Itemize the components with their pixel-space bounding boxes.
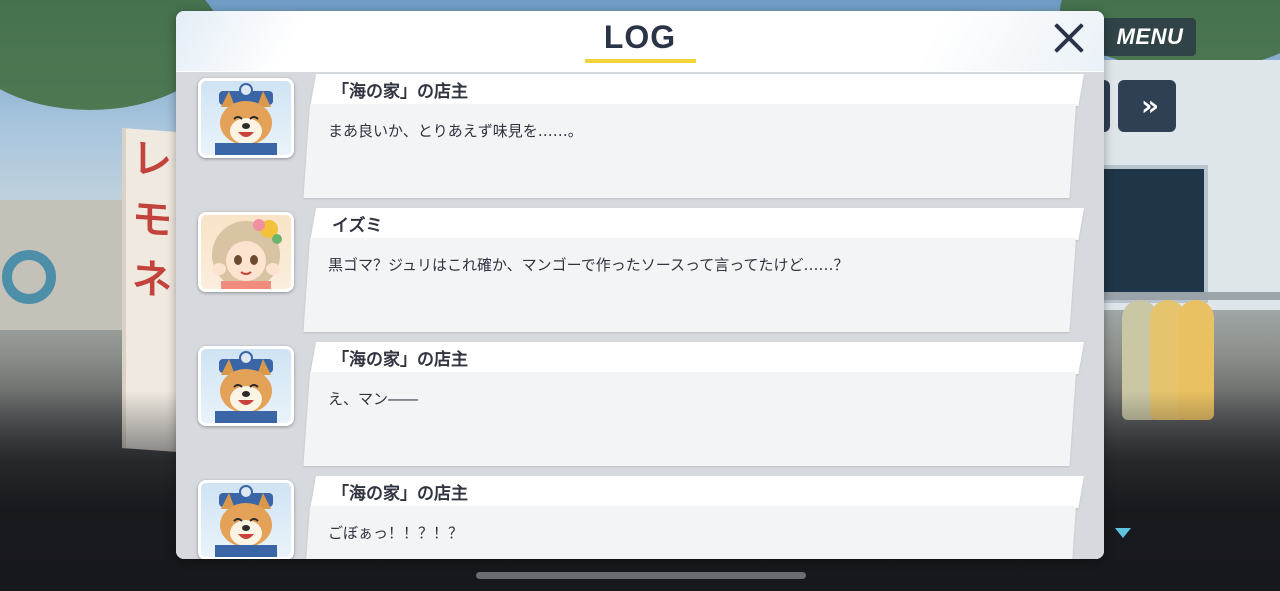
- hut-window: [1100, 165, 1208, 303]
- scroll-down-arrow-icon[interactable]: [1115, 528, 1131, 538]
- log-entry: 「海の家」の店主 え、マン――: [176, 342, 1104, 476]
- log-list[interactable]: 「海の家」の店主 まあ良いか、とりあえず味見を……。 イズミ 黒ゴマ？ジュリはこ…: [176, 72, 1104, 559]
- log-entry: 「海の家」の店主 ごぼぁっ！！？！？: [176, 476, 1104, 559]
- message-text: 黒ゴマ？ジュリはこれ確か、マンゴーで作ったソースって言ってたけど……？: [328, 256, 849, 274]
- message-text: ごぼぁっ！！？！？: [328, 524, 464, 542]
- fence: [1104, 292, 1280, 300]
- close-icon[interactable]: [1050, 19, 1088, 57]
- speaker-name: 「海の家」の店主: [332, 484, 468, 504]
- log-header: LOG: [176, 11, 1104, 71]
- log-entry: イズミ 黒ゴマ？ジュリはこれ確か、マンゴーで作ったソースって言ってたけど……？: [176, 208, 1104, 342]
- shiba-dog-avatar: [198, 480, 294, 559]
- message-box: [303, 238, 1076, 332]
- shiba-dog-avatar: [198, 78, 294, 158]
- log-title: LOG: [603, 19, 677, 55]
- speaker-name: 「海の家」の店主: [332, 82, 468, 102]
- message-box: [303, 104, 1076, 198]
- speaker-name: イズミ: [332, 216, 383, 236]
- shiba-dog-avatar: [198, 346, 294, 426]
- message-text: え、マン――: [328, 390, 419, 408]
- swim-ring: [2, 250, 56, 304]
- girl-avatar: [198, 212, 294, 292]
- speaker-name-bar: [310, 208, 1084, 240]
- log-title-underline: [585, 59, 696, 63]
- menu-button[interactable]: MENU: [1104, 18, 1196, 56]
- message-box: [303, 372, 1076, 466]
- message-text: まあ良いか、とりあえず味見を……。: [328, 122, 583, 140]
- fast-forward-button[interactable]: »: [1118, 80, 1176, 132]
- home-indicator[interactable]: [476, 572, 806, 579]
- speaker-name: 「海の家」の店主: [332, 350, 468, 370]
- log-entry: 「海の家」の店主 まあ良いか、とりあえず味見を……。: [176, 74, 1104, 208]
- log-panel: LOG 「海の家」の店主 まあ良いか、とりあえず味見を……。 イズミ 黒ゴマ？ジ…: [176, 11, 1104, 559]
